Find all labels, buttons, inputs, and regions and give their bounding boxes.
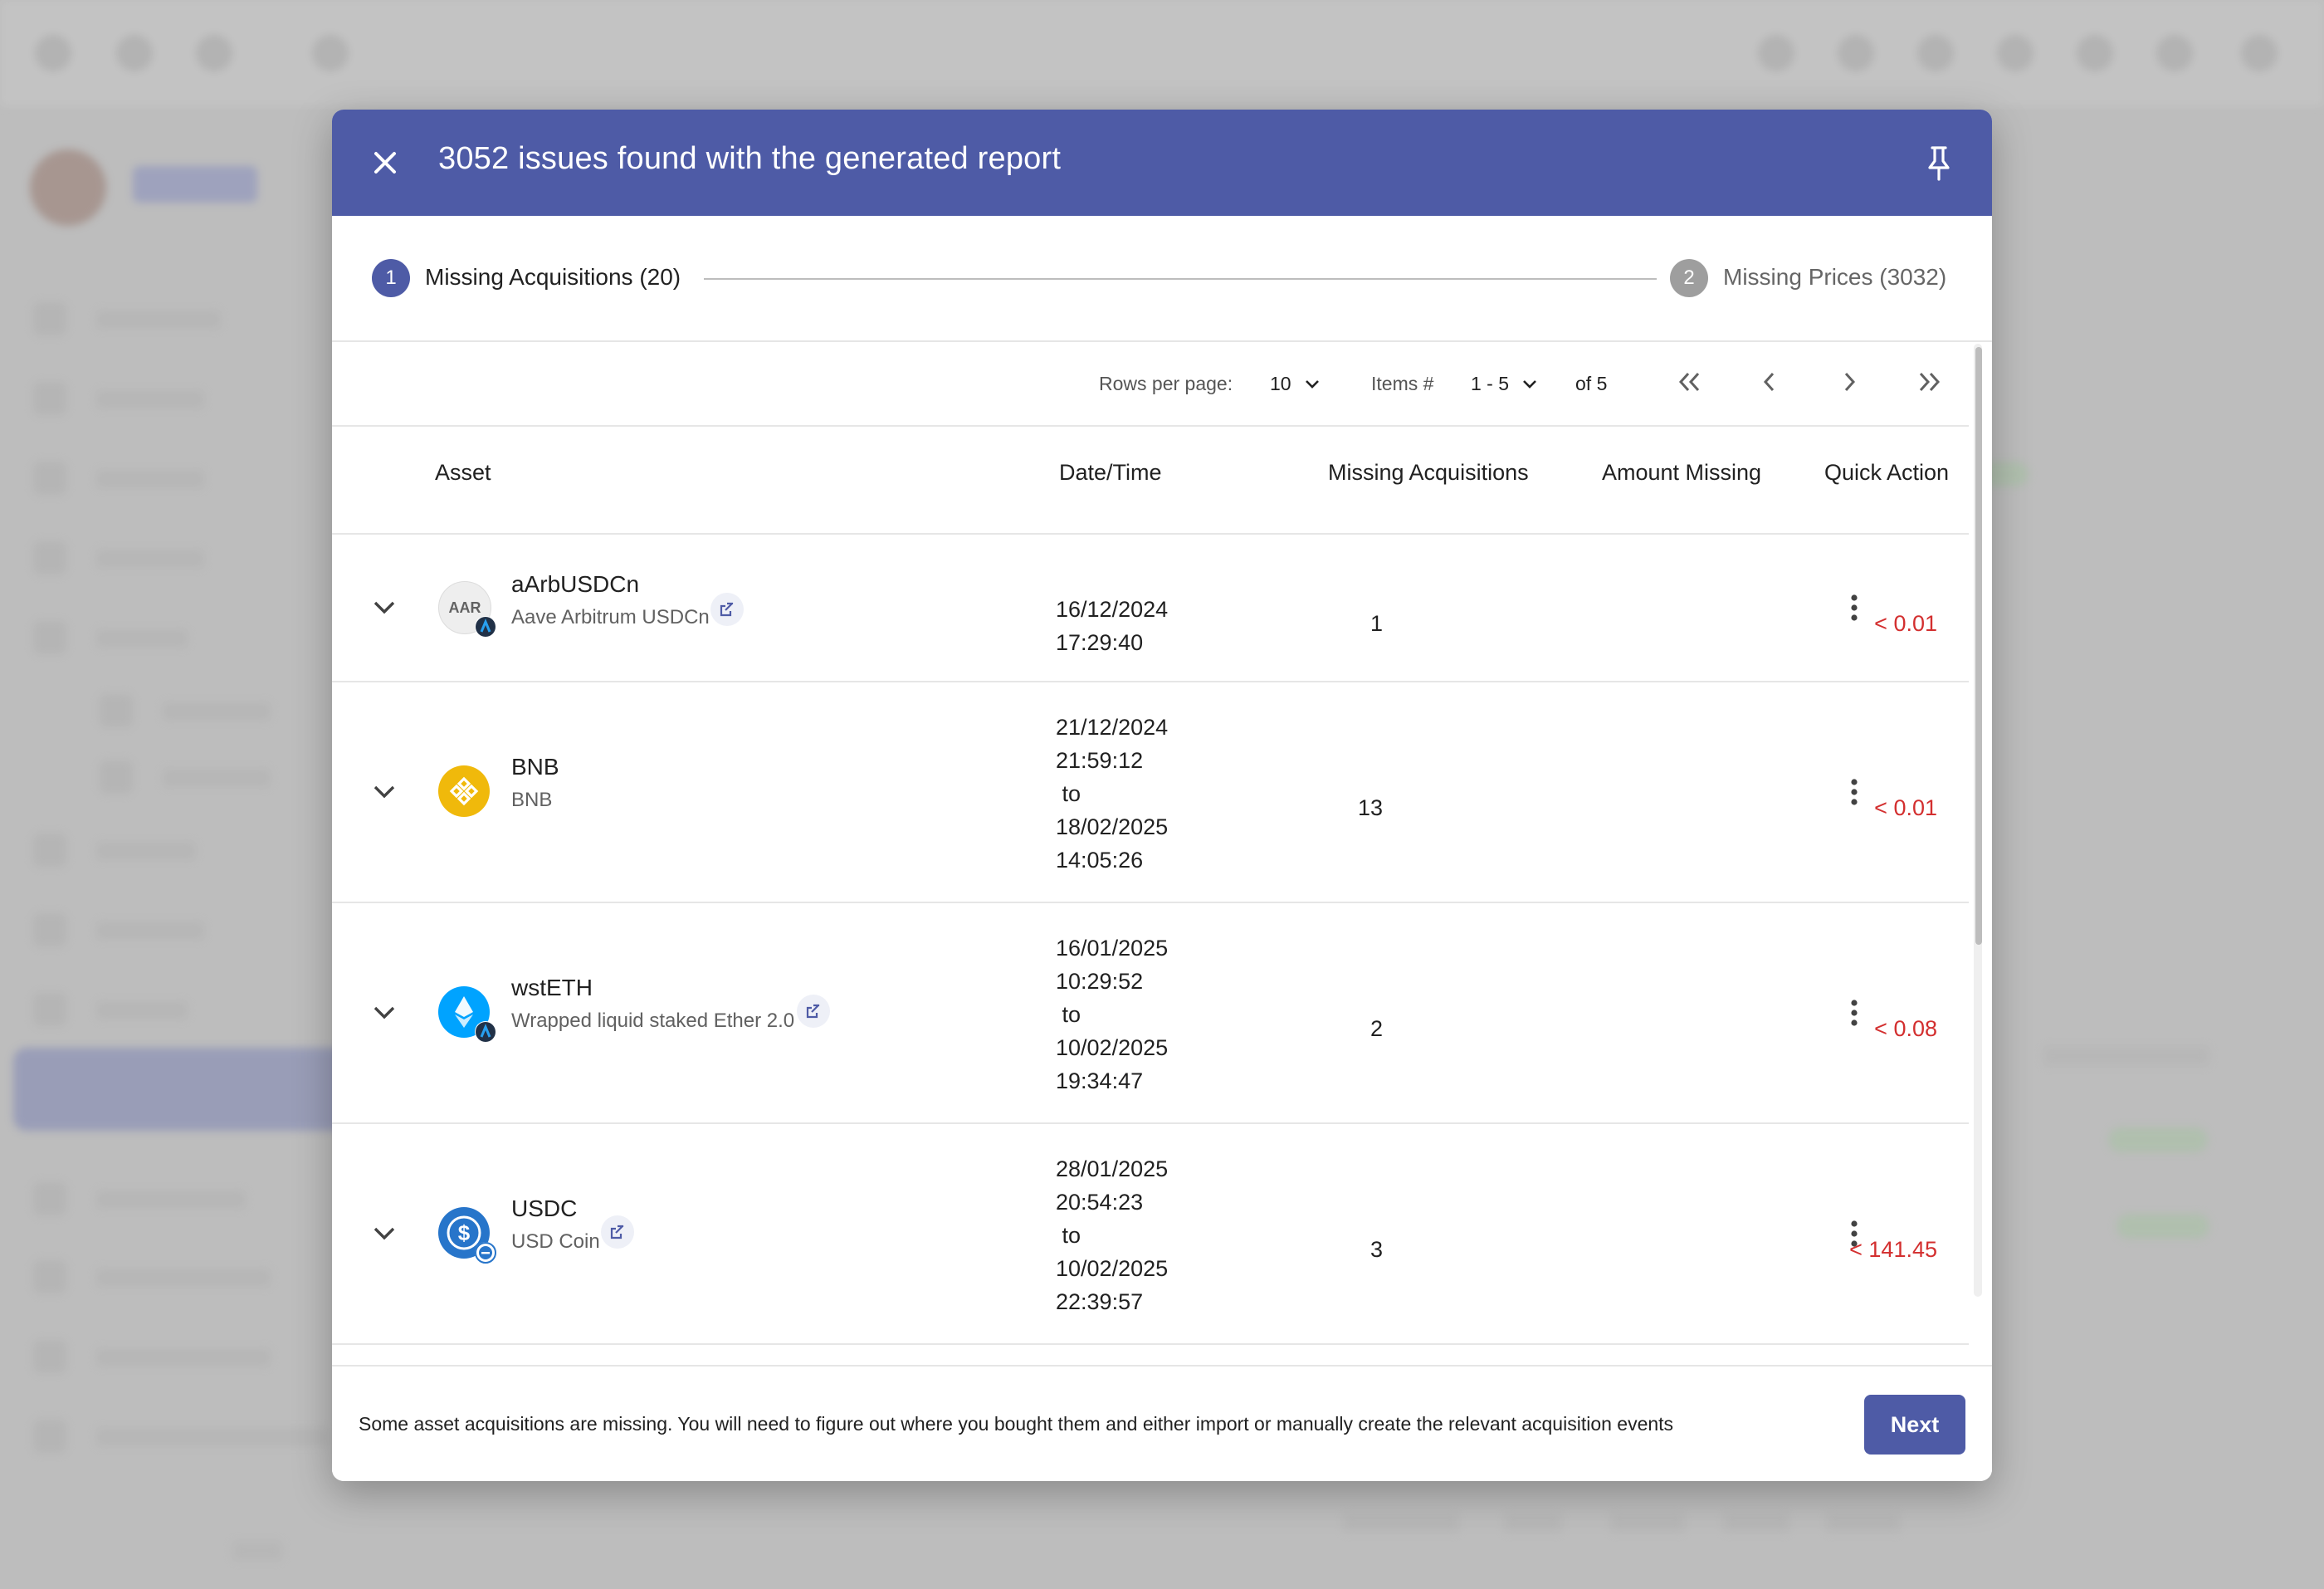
chevron-double-left-icon: [1678, 372, 1700, 392]
asset-name: BNB: [511, 789, 553, 811]
external-link-icon[interactable]: [710, 593, 744, 626]
column-header-amount-missing[interactable]: Amount Missing: [1602, 460, 1761, 486]
step-2-indicator: 2: [1670, 259, 1708, 297]
rows-per-page-value: 10: [1270, 373, 1291, 394]
rows-per-page-label: Rows per page:: [1099, 373, 1233, 394]
expand-row-button[interactable]: [362, 769, 407, 814]
chevron-right-icon: [1844, 372, 1856, 392]
arbitrum-chain-icon: [475, 616, 496, 638]
table-row: BNB BNB 21/12/2024 21:59:12 to 18/02/202…: [332, 682, 1969, 903]
chevron-down-icon: [374, 1006, 395, 1019]
step-1-indicator: 1: [372, 259, 410, 297]
asset-symbol: BNB: [511, 754, 559, 780]
items-range-select[interactable]: 1 - 5: [1466, 365, 1549, 402]
chevron-left-icon: [1763, 372, 1775, 392]
missing-acquisitions-count: 2: [1370, 1016, 1383, 1041]
items-label: Items #: [1371, 373, 1434, 394]
expand-row-button[interactable]: [362, 1210, 407, 1255]
step-1-label[interactable]: Missing Acquisitions (20): [425, 264, 681, 291]
external-link-icon[interactable]: [797, 995, 830, 1028]
issues-dialog: 3052 issues found with the generated rep…: [332, 110, 1992, 1481]
missing-acquisitions-count: 1: [1370, 611, 1383, 636]
column-header-datetime[interactable]: Date/Time: [1059, 460, 1162, 486]
amount-missing: < 0.01: [1874, 611, 1937, 636]
missing-acquisitions-count: 3: [1370, 1237, 1383, 1262]
asset-name: USD Coin: [511, 1230, 600, 1253]
asset-datetime: 16/01/2025 10:29:52 to 10/02/2025 19:34:…: [1056, 936, 1169, 1093]
last-page-button[interactable]: [1907, 360, 1950, 403]
step-2-label[interactable]: Missing Prices (3032): [1723, 264, 1946, 291]
asset-datetime: 21/12/2024 21:59:12 to 18/02/2025 14:05:…: [1056, 715, 1169, 873]
chevron-down-icon: [374, 601, 395, 614]
missing-acquisitions-count: 13: [1357, 795, 1383, 820]
table-row: AAR aArbUSDCn Aave Arbitrum USDCn 16/12/…: [332, 535, 1969, 682]
expand-row-button[interactable]: [362, 990, 407, 1034]
column-header-asset[interactable]: Asset: [435, 460, 491, 486]
first-page-button[interactable]: [1668, 360, 1711, 403]
chevron-double-right-icon: [1919, 372, 1941, 392]
dialog-header: 3052 issues found with the generated rep…: [332, 110, 1992, 216]
previous-page-button[interactable]: [1748, 360, 1791, 403]
asset-name: Aave Arbitrum USDCn: [511, 606, 710, 628]
next-button[interactable]: Next: [1864, 1395, 1965, 1455]
pin-icon[interactable]: [1917, 141, 1960, 184]
table-row: $ USDC USD Coin 28/01/2025 20:54:23 to 1…: [332, 1124, 1969, 1345]
arbitrum-chain-icon: [475, 1021, 496, 1043]
column-header-quick-action: Quick Action: [1824, 460, 1950, 485]
chevron-down-icon: [374, 1227, 395, 1240]
dialog-title: 3052 issues found with the generated rep…: [438, 141, 1062, 176]
external-link-icon[interactable]: [601, 1215, 634, 1249]
asset-symbol: USDC: [511, 1195, 578, 1221]
asset-name: Wrapped liquid staked Ether 2.0: [511, 1010, 795, 1032]
items-total: of 5: [1575, 373, 1608, 394]
asset-symbol: wstETH: [511, 975, 593, 1000]
close-icon[interactable]: [365, 143, 405, 183]
svg-text:$: $: [458, 1220, 471, 1245]
asset-symbol: aArbUSDCn: [511, 571, 640, 597]
chevron-down-icon: [1523, 380, 1536, 389]
footer-message: Some asset acquisitions are missing. You…: [359, 1413, 1674, 1435]
table-row: wstETH Wrapped liquid staked Ether 2.0 1…: [332, 903, 1969, 1124]
stepper-connector: [704, 278, 1657, 280]
next-page-button[interactable]: [1828, 360, 1871, 403]
table-scrollbar-thumb[interactable]: [1975, 347, 1982, 945]
chevron-down-icon: [1306, 380, 1319, 389]
asset-datetime: 16/12/2024 17:29:40: [1056, 597, 1169, 655]
ethereum-chain-icon: [475, 1242, 496, 1264]
amount-missing: < 0.08: [1874, 1016, 1937, 1041]
chevron-down-icon: [374, 785, 395, 799]
asset-datetime: 28/01/2025 20:54:23 to 10/02/2025 22:39:…: [1056, 1156, 1169, 1314]
amount-missing: < 0.01: [1874, 795, 1937, 820]
expand-row-button[interactable]: [362, 584, 407, 629]
rows-per-page-select[interactable]: 10: [1265, 365, 1331, 402]
amount-missing: < 141.45: [1849, 1237, 1937, 1262]
column-header-missing-acquisitions[interactable]: Missing Acquisitions: [1328, 460, 1529, 486]
items-range-value: 1 - 5: [1471, 373, 1510, 394]
bnb-icon: [438, 765, 490, 817]
